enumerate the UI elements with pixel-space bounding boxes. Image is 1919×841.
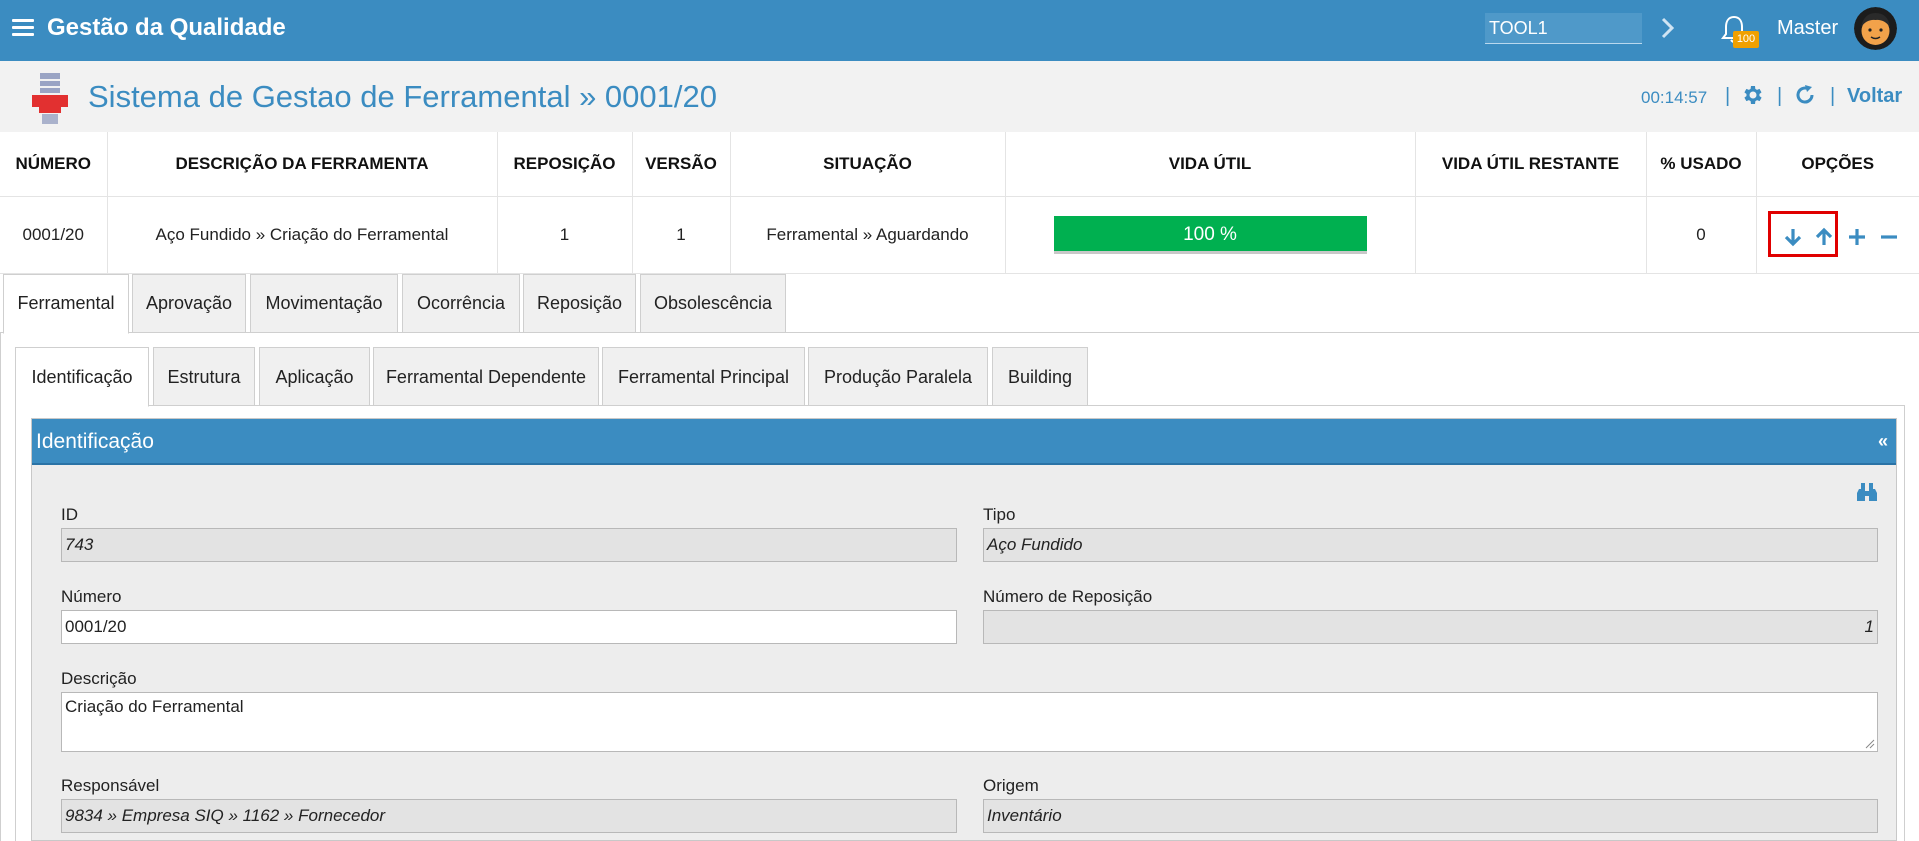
col-header: Situação [730,132,1006,197]
id-field: 743 [61,528,957,562]
separator: | [1830,85,1836,107]
refresh-icon[interactable] [1793,83,1817,107]
back-link[interactable]: Voltar [1847,85,1902,108]
descricao-label: Descrição [61,669,137,688]
search-input[interactable] [1485,13,1642,44]
tab-reposicao[interactable]: Reposição [523,274,636,333]
menu-icon[interactable] [12,19,34,37]
cell-descricao: Aço Fundido » Criação do Ferramental [107,196,498,274]
cell-usado: 0 [1646,196,1757,274]
chevron-right-icon[interactable] [1659,16,1677,40]
panel-header: Identificação « [32,419,1896,465]
cell-versao: 1 [632,196,731,274]
avatar[interactable] [1854,7,1897,50]
notification-badge: 100 [1733,31,1759,48]
sub-tabs: Identificação Estrutura Aplicação Ferram… [15,347,1905,407]
col-header: Vida Útil [1005,132,1416,197]
tool-icon [32,73,68,124]
panel-title: Identificação [36,430,154,453]
id-label: ID [61,505,78,524]
col-header: Descrição da Ferramenta [107,132,498,197]
summary-table: Número Descrição da Ferramenta Reposição… [0,132,1919,274]
tipo-label: Tipo [983,505,1016,524]
numero-input[interactable]: 0001/20 [61,610,957,644]
subtab-content: Identificação « ID 743 Tipo Aço Fundido … [15,406,1905,841]
arrow-up-icon[interactable] [1813,226,1835,248]
num-reposicao-label: Número de Reposição [983,587,1153,606]
col-header: Número [0,132,108,197]
origem-label: Origem [983,776,1039,795]
tipo-field: Aço Fundido [983,528,1878,562]
subtab-estrutura[interactable]: Estrutura [153,347,255,406]
table-row: 0001/20 Aço Fundido » Criação do Ferrame… [0,196,1919,274]
user-name[interactable]: Master [1777,17,1838,40]
app-title: Gestão da Qualidade [47,14,286,41]
numero-label: Número [61,587,122,606]
subtab-ferramental-dependente[interactable]: Ferramental Dependente [373,347,599,406]
page-title: Sistema de Gestao de Ferramental » 0001/… [88,79,717,114]
col-header: Versão [632,132,731,197]
col-header: % Usado [1646,132,1757,197]
avatar-icon [1854,7,1897,50]
identification-panel: Identificação « ID 743 Tipo Aço Fundido … [31,418,1897,841]
binoculars-icon[interactable] [1856,482,1878,502]
col-header: Opções [1756,132,1919,197]
tab-ferramental[interactable]: Ferramental [3,274,129,334]
gear-icon[interactable] [1740,83,1764,107]
collapse-button[interactable]: « [1878,431,1888,452]
tab-aprovacao[interactable]: Aprovação [132,274,246,333]
subtab-ferramental-principal[interactable]: Ferramental Principal [602,347,805,406]
page-header: Sistema de Gestao de Ferramental » 0001/… [0,61,1919,132]
life-progress-bar: 100 % [1053,215,1367,254]
minus-icon[interactable] [1878,226,1900,248]
responsavel-field: 9834 » Empresa SIQ » 1162 » Fornecedor [61,799,957,833]
tab-obsolescencia[interactable]: Obsolescência [640,274,786,333]
subtab-building[interactable]: Building [992,347,1088,406]
plus-icon[interactable] [1846,226,1868,248]
subtab-aplicacao[interactable]: Aplicação [259,347,370,406]
subtab-producao-paralela[interactable]: Produção Paralela [808,347,988,406]
separator: | [1725,85,1731,107]
cell-opcoes [1756,196,1919,274]
arrow-down-icon[interactable] [1782,226,1804,248]
origem-field: Inventário [983,799,1878,833]
cell-vida-util: 100 % [1005,196,1416,274]
responsavel-label: Responsável [61,776,160,795]
num-reposicao-field: 1 [983,610,1878,644]
subtab-identificacao[interactable]: Identificação [15,347,149,407]
separator: | [1777,85,1783,107]
tab-ocorrencia[interactable]: Ocorrência [402,274,520,333]
options-group [1758,198,1919,272]
session-clock: 00:14:57 [1641,88,1708,107]
col-header: Reposição [497,132,633,197]
table-header-row: Número Descrição da Ferramenta Reposição… [0,132,1919,197]
resize-handle-icon[interactable] [1865,739,1875,749]
main-tabs: Ferramental Aprovação Movimentação Ocorr… [0,271,1919,334]
cell-reposicao: 1 [497,196,633,274]
descricao-textarea[interactable]: Criação do Ferramental [61,692,1878,752]
descricao-text: Criação do Ferramental [65,697,244,716]
top-bar: Gestão da Qualidade 100 Master [0,0,1919,61]
cell-numero: 0001/20 [0,196,108,274]
col-header: Vida Útil Restante [1415,132,1647,197]
cell-vida-util-restante [1415,196,1647,274]
cell-situacao: Ferramental » Aguardando [730,196,1006,274]
tab-movimentacao[interactable]: Movimentação [250,274,398,333]
